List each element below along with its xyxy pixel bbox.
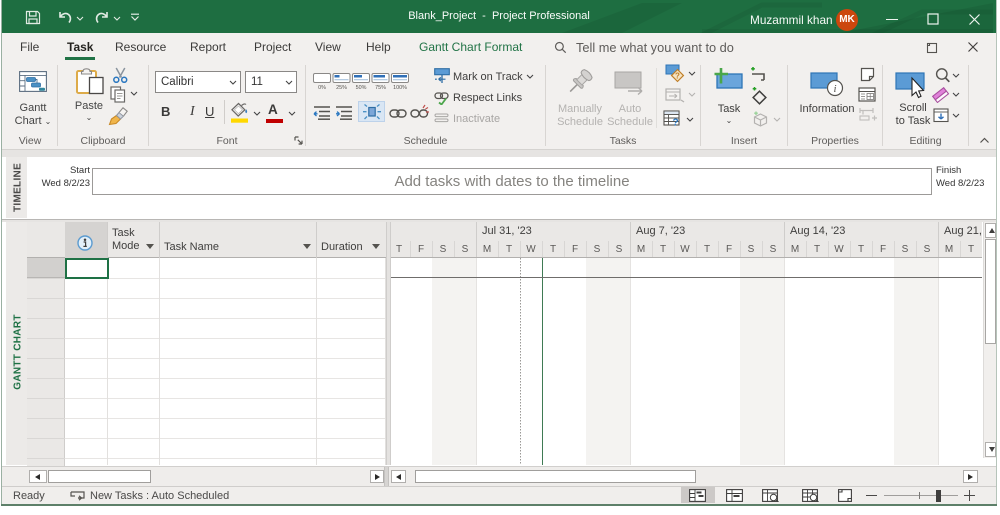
svg-text:GANTT CHART: GANTT CHART (13, 314, 24, 390)
svg-text:W: W (680, 244, 690, 255)
svg-text:75%: 75% (375, 85, 386, 91)
svg-text:T: T (660, 244, 666, 255)
svg-text:TIMELINE: TIMELINE (13, 163, 24, 212)
svg-text:0%: 0% (318, 85, 326, 91)
svg-text:S: S (440, 244, 447, 255)
svg-text:?: ? (672, 118, 678, 129)
svg-text:M: M (483, 244, 491, 255)
svg-text:100%: 100% (393, 85, 407, 91)
svg-text:T: T (968, 244, 974, 255)
svg-text:M: M (945, 244, 953, 255)
svg-text:T: T (814, 244, 820, 255)
svg-text:S: S (594, 244, 601, 255)
svg-text:M: M (637, 244, 645, 255)
svg-text:T: T (396, 244, 402, 255)
svg-text:M: M (791, 244, 799, 255)
svg-text:W: W (834, 244, 844, 255)
svg-text:T: T (858, 244, 864, 255)
svg-text:S: S (902, 244, 909, 255)
svg-text:T: T (550, 244, 556, 255)
svg-text:i: i (833, 83, 836, 95)
svg-text:S: S (924, 244, 931, 255)
svg-text:F: F (418, 244, 424, 255)
svg-text:25%: 25% (336, 85, 347, 91)
svg-text:T: T (506, 244, 512, 255)
svg-text:S: S (748, 244, 755, 255)
svg-text:S: S (462, 244, 469, 255)
svg-text:F: F (572, 244, 578, 255)
svg-text:F: F (880, 244, 886, 255)
svg-text:W: W (526, 244, 536, 255)
svg-text:S: S (770, 244, 777, 255)
svg-text:?: ? (675, 72, 680, 81)
svg-text:50%: 50% (356, 85, 367, 91)
svg-text:S: S (616, 244, 623, 255)
svg-text:T: T (704, 244, 710, 255)
svg-text:F: F (726, 244, 732, 255)
